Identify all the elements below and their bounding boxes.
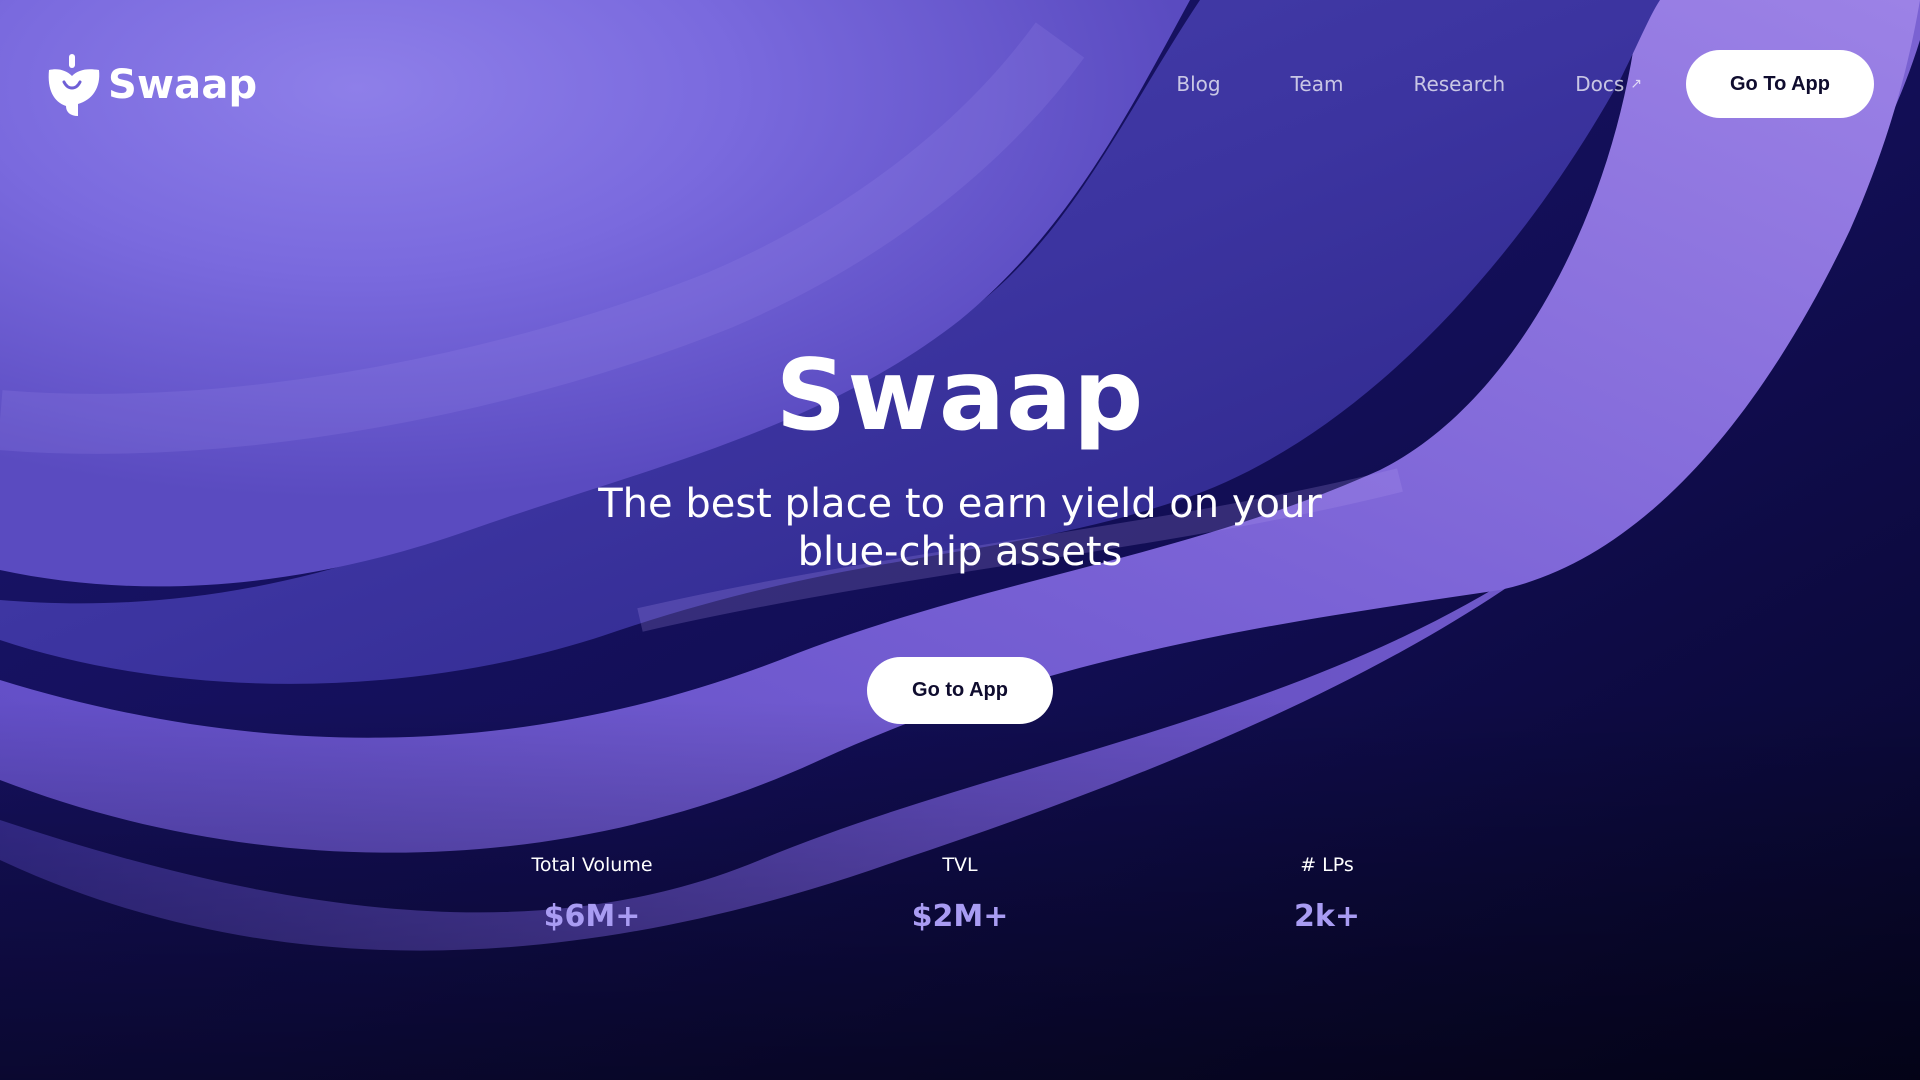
stats-row: Total Volume $6M+ TVL $2M+ # LPs 2k+: [0, 852, 1920, 952]
swaap-logo-icon: [48, 54, 100, 116]
nav-link-blog[interactable]: Blog: [1176, 72, 1220, 96]
hero-go-to-app-button[interactable]: Go to App: [867, 657, 1053, 724]
stat-lps: # LPs 2k+: [1177, 852, 1477, 934]
stat-total-volume: Total Volume $6M+: [442, 852, 742, 934]
external-link-arrow-icon: ↗: [1630, 76, 1642, 92]
stat-label: TVL: [942, 854, 978, 876]
logo[interactable]: Swaap: [46, 54, 257, 116]
hero-subtitle-line-1: The best place to earn yield on your: [598, 481, 1322, 527]
stat-value: $2M+: [911, 899, 1009, 934]
hero-title: Swaap: [775, 339, 1145, 453]
stat-value: $6M+: [543, 899, 641, 934]
top-nav: Blog Team Research Docs ↗ Go To App: [1176, 50, 1874, 118]
landing-page: Swaap Blog Team Research Docs ↗ Go To Ap…: [0, 0, 1920, 1080]
stat-tvl: TVL $2M+: [810, 852, 1110, 934]
stat-label: Total Volume: [531, 854, 653, 876]
logo-text: Swaap: [108, 62, 258, 108]
header-go-to-app-button[interactable]: Go To App: [1686, 50, 1874, 118]
hero-subtitle: The best place to earn yield on your blu…: [560, 480, 1360, 576]
nav-link-research[interactable]: Research: [1413, 72, 1505, 96]
nav-link-team[interactable]: Team: [1291, 72, 1344, 96]
stat-label: # LPs: [1300, 854, 1354, 876]
hero-subtitle-line-2: blue-chip assets: [797, 529, 1123, 575]
nav-link-docs-label: Docs: [1575, 72, 1625, 96]
stat-value: 2k+: [1294, 899, 1360, 934]
nav-link-docs[interactable]: Docs ↗: [1575, 72, 1642, 96]
